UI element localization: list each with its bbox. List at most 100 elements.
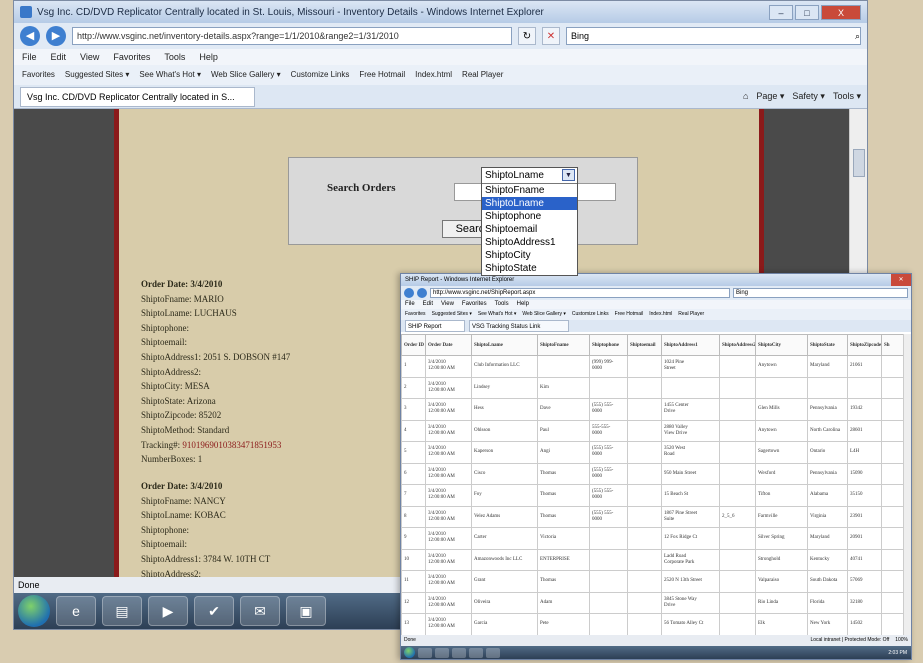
search-icon[interactable]: ⌕ [855,28,860,44]
tracking-link[interactable]: 9101969010383471851953 [182,440,281,450]
tab-ship-report[interactable]: SHIP Report [405,320,465,332]
back-button[interactable] [404,288,414,298]
fav-index[interactable]: Index.html [649,309,672,320]
fav-free-hotmail[interactable]: Free Hotmail [615,309,644,320]
select-option[interactable]: ShiptoCity [482,249,577,262]
media-player-icon[interactable]: ▶ [148,596,188,626]
fav-real-player[interactable]: Real Player [462,65,503,85]
menu-view[interactable]: View [80,49,99,65]
column-header[interactable]: ShiptoAddress1 [661,334,720,356]
menu-file[interactable]: File [405,300,415,309]
mail-icon[interactable]: ✉ [240,596,280,626]
column-header[interactable]: Shiptoemail [627,334,662,356]
table-row[interactable]: 9 3/4/2010 12:00:00 AM Carter Victoria 12 Fo… [401,527,903,550]
column-header[interactable]: Order Date [425,334,472,356]
chevron-down-icon[interactable]: ▼ [562,169,575,181]
fav-see-whats-hot[interactable]: See What's Hot ▾ [139,65,201,85]
fav-see-whats-hot[interactable]: See What's Hot ▾ [478,309,516,320]
tools-menu[interactable]: Tools ▾ [833,91,861,102]
select-option-highlighted[interactable]: ShiptoLname [482,197,577,210]
favorites-button[interactable]: Favorites [22,65,55,85]
table-row[interactable]: 13 3/4/2010 12:00:00 AM Garcia Pete 56 Tomat… [401,613,903,635]
select-current-value[interactable]: ShiptoLname ▼ [482,168,577,184]
forward-button[interactable] [417,288,427,298]
fav-customize-links[interactable]: Customize Links [291,65,350,85]
menu-tools[interactable]: Tools [495,300,509,309]
checkmark-app-icon[interactable]: ✔ [194,596,234,626]
column-header[interactable]: ShiptoState [807,334,848,356]
fav-web-slice-gallery[interactable]: Web Slice Gallery ▾ [211,65,281,85]
presentation-icon[interactable]: ▣ [286,596,326,626]
column-header[interactable]: ShiptoAddress2 [719,334,756,356]
menu-tools[interactable]: Tools [164,49,185,65]
tab-tracking-status[interactable]: VSG Tracking Status Link [469,320,569,332]
menu-view[interactable]: View [441,300,454,309]
menu-favorites[interactable]: Favorites [462,300,487,309]
table-row[interactable]: 10 3/4/2010 12:00:00 AM Amazonwoods Inc LL… [401,548,903,571]
menu-file[interactable]: File [22,49,37,65]
page-menu[interactable]: Page ▾ [756,91,784,102]
back-button[interactable]: ◀ [20,26,40,46]
minimize-button[interactable]: – [769,4,793,20]
select-option[interactable]: ShiptoState [482,262,577,275]
table-row[interactable]: 4 3/4/2010 12:00:00 AM Ohlsson Paul 555-555-… [401,419,903,442]
menu-edit[interactable]: Edit [51,49,67,65]
presentation-icon[interactable] [486,647,500,658]
menu-favorites[interactable]: Favorites [113,49,150,65]
search-field-select[interactable]: ShiptoLname ▼ ShiptoFname ShiptoLname Sh… [481,167,578,276]
select-option[interactable]: Shiptoemail [482,223,577,236]
safety-menu[interactable]: Safety ▾ [792,91,825,102]
mail-icon[interactable] [469,647,483,658]
folder-icon[interactable] [435,647,449,658]
column-header[interactable]: ShiptoZipcode [847,334,882,356]
forward-button[interactable]: ▶ [46,26,66,46]
vertical-scrollbar[interactable] [903,334,911,635]
fav-free-hotmail[interactable]: Free Hotmail [359,65,405,85]
table-row[interactable]: 8 3/4/2010 12:00:00 AM Velez Adams Thomas (5… [401,505,903,528]
table-row[interactable]: 11 3/4/2010 12:00:00 AM Grant Thomas 2520 N … [401,570,903,593]
stop-button[interactable]: ✕ [542,27,560,45]
select-option[interactable]: ShiptoFname [482,184,577,197]
table-row[interactable]: 3 3/4/2010 12:00:00 AM Hess Dave (555) 555- … [401,398,903,421]
tab-inventory-details[interactable]: Vsg Inc. CD/DVD Replicator Centrally loc… [20,86,255,107]
fav-suggested-sites[interactable]: Suggested Sites ▾ [432,309,472,320]
table-row[interactable]: 7 3/4/2010 12:00:00 AM Foy Thomas (555) 555-… [401,484,903,507]
start-button[interactable] [404,647,415,658]
column-header[interactable]: Shiptophone [589,334,628,356]
fav-suggested-sites[interactable]: Suggested Sites ▾ [65,65,130,85]
folder-icon[interactable]: ▤ [102,596,142,626]
home-icon[interactable]: ⌂ [743,91,748,102]
maximize-button[interactable]: □ [795,4,819,20]
start-button[interactable] [18,595,50,627]
menu-edit[interactable]: Edit [423,300,433,309]
column-header[interactable]: ShiptoFname [537,334,590,356]
table-row[interactable]: 2 3/4/2010 12:00:00 AM Lindsey Kim [401,376,903,399]
fav-index[interactable]: Index.html [415,65,452,85]
close-button[interactable]: X [821,4,861,20]
url-field[interactable]: http://www.vsginc.net/inventory-details.… [72,27,512,45]
menu-help[interactable]: Help [199,49,218,65]
column-header[interactable]: ShiptoLname [471,334,538,356]
url-field[interactable]: http://www.vsginc.net/ShipReport.aspx [430,288,730,298]
ie-taskbar-icon[interactable]: e [56,596,96,626]
table-row[interactable]: 6 3/4/2010 12:00:00 AM Cisco Thomas (555) 55… [401,462,903,485]
scrollbar-thumb[interactable] [853,149,865,177]
menu-help[interactable]: Help [517,300,529,309]
refresh-button[interactable]: ↻ [518,27,536,45]
media-player-icon[interactable] [452,647,466,658]
column-header[interactable]: ShiptoCity [755,334,808,356]
fav-web-slice-gallery[interactable]: Web Slice Gallery ▾ [522,309,566,320]
search-box[interactable]: Bing [733,288,908,298]
ie-taskbar-icon[interactable] [418,647,432,658]
fav-customize-links[interactable]: Customize Links [572,309,609,320]
close-button[interactable]: ✕ [891,274,911,286]
column-header[interactable]: Order ID [401,334,426,356]
table-row[interactable]: 12 3/4/2010 12:00:00 AM Oliveira Adam 3845 S… [401,591,903,614]
zoom-level[interactable]: 100% [895,635,908,646]
table-row[interactable]: 5 3/4/2010 12:00:00 AM Kaperson Angi (555) 5… [401,441,903,464]
table-row[interactable]: 1 3/4/2010 12:00:00 AM Club Information LL… [401,355,903,378]
select-option[interactable]: ShiptoAddress1 [482,236,577,249]
column-header[interactable]: Sh [881,334,903,356]
search-box[interactable]: Bing ⌕ [566,27,861,45]
favorites-button[interactable]: Favorites [405,309,426,320]
